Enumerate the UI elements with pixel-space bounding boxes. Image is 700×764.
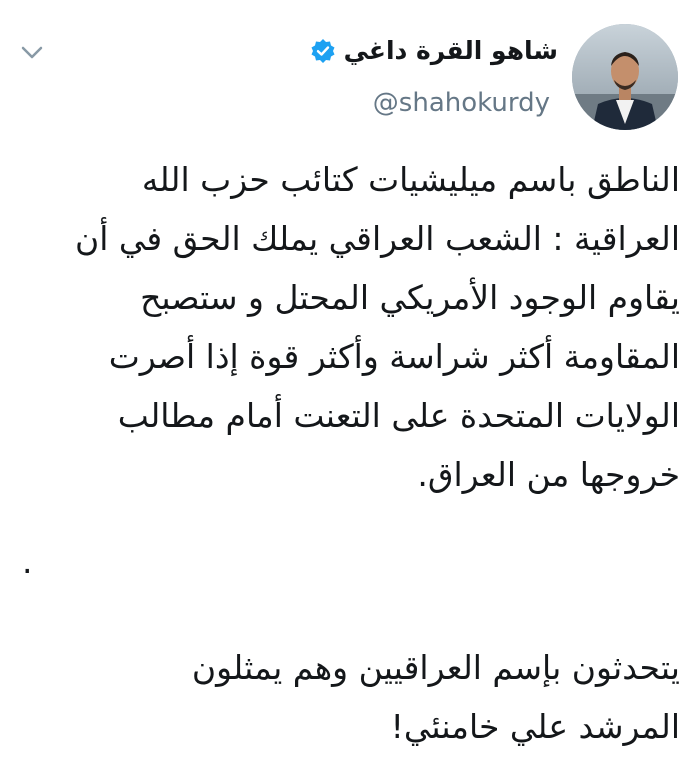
tweet-text-line: يتحدثون بإسم العراقيين وهم يمثلون — [191, 648, 680, 687]
author-name-row[interactable]: شاهو القرة داغي — [310, 36, 558, 65]
tweet-text-line: خروجها من العراق. — [417, 455, 680, 494]
tweet-separator: . — [22, 542, 33, 581]
author-handle[interactable]: @shahokurdy — [373, 88, 550, 118]
chevron-down-icon — [21, 45, 43, 64]
tweet-text-line: يقاوم الوجود الأمريكي المحتل و ستصبح — [140, 278, 680, 317]
avatar[interactable] — [572, 24, 678, 130]
author-display-name[interactable]: شاهو القرة داغي — [344, 36, 558, 65]
tweet-text-line: المقاومة أكثر شراسة وأكثر قوة إذا أصرت — [108, 337, 680, 376]
tweet-text-second-paragraph: يتحدثون بإسم العراقيين وهم يمثلون المرشد… — [20, 638, 680, 756]
tweet-text-line: الولايات المتحدة على التعنت أمام مطالب — [117, 396, 680, 435]
verified-badge-icon — [310, 38, 336, 64]
tweet-text-line: المرشد علي خامنئي! — [390, 707, 680, 746]
tweet-text-line: العراقية : الشعب العراقي يملك الحق في أن — [74, 219, 680, 258]
tweet-text: الناطق باسم ميليشيات كتائب حزب الله العر… — [20, 150, 680, 504]
tweet-menu-button[interactable] — [18, 40, 46, 68]
tweet-text-line: الناطق باسم ميليشيات كتائب حزب الله — [141, 160, 680, 199]
tweet-card: شاهو القرة داغي @shahokurdy الناطق باسم … — [0, 0, 700, 764]
